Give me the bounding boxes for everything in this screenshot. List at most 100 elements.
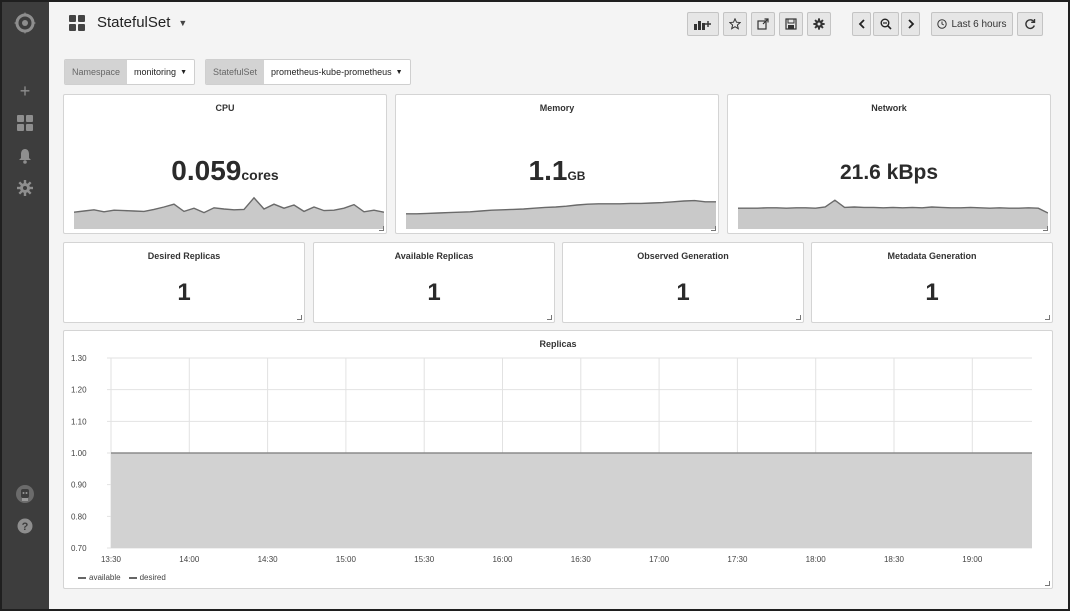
y-tick-label: 0.90 bbox=[71, 481, 87, 490]
zoom-out-button[interactable] bbox=[873, 12, 899, 36]
resize-handle[interactable] bbox=[711, 226, 716, 231]
chevron-down-icon: ▼ bbox=[180, 68, 187, 76]
resize-handle[interactable] bbox=[1045, 315, 1050, 320]
sparkline-area bbox=[738, 200, 1048, 229]
panel-title: Network bbox=[871, 103, 907, 113]
share-button[interactable] bbox=[751, 12, 775, 36]
metadata-generation-panel[interactable]: Metadata Generation 1 bbox=[811, 242, 1053, 323]
x-tick-label: 14:30 bbox=[258, 555, 279, 564]
stat-number: 1.1 bbox=[528, 155, 568, 186]
observed-generation-panel[interactable]: Observed Generation 1 bbox=[562, 242, 804, 323]
network-value: 21.6 kBps bbox=[839, 161, 939, 184]
dashboards-icon[interactable] bbox=[14, 112, 36, 134]
user-avatar-icon[interactable] bbox=[14, 483, 36, 505]
chevron-down-icon: ▼ bbox=[395, 68, 403, 76]
resize-handle[interactable] bbox=[1045, 581, 1050, 586]
x-tick-label: 16:30 bbox=[571, 555, 592, 564]
share-icon bbox=[757, 18, 769, 30]
add-panel-button[interactable] bbox=[687, 12, 719, 36]
gear-icon[interactable] bbox=[14, 177, 36, 199]
plus-icon[interactable]: + bbox=[14, 80, 36, 102]
help-icon[interactable]: ? bbox=[14, 515, 36, 537]
namespace-dropdown[interactable]: monitoring ▼ bbox=[127, 60, 194, 84]
y-tick-label: 1.30 bbox=[71, 354, 87, 363]
legend-swatch bbox=[78, 576, 86, 579]
dashboard-title: StatefulSet bbox=[97, 14, 171, 31]
stat-unit: cores bbox=[241, 167, 279, 183]
cpu-panel[interactable]: CPU 0.059cores bbox=[63, 94, 387, 234]
panel-title: Memory bbox=[539, 103, 575, 113]
sparkline-area bbox=[74, 197, 384, 229]
panel-title: Replicas bbox=[539, 339, 577, 349]
chart-legend: available desired bbox=[78, 573, 166, 582]
gear-icon bbox=[813, 18, 825, 30]
stat-number: 1 bbox=[427, 279, 441, 306]
replicas-panel[interactable]: Replicas 1.30 1.20 1.10 1.00 0.90 0.80 0.70 13:… bbox=[63, 330, 1053, 589]
panel-title: Desired Replicas bbox=[147, 251, 221, 261]
panel-title: CPU bbox=[215, 103, 235, 113]
main-area: StatefulSet ▼ Last 6 hours Namespace mon… bbox=[49, 2, 1068, 609]
variable-value: prometheus-kube-prometheus bbox=[271, 67, 392, 77]
memory-panel[interactable]: Memory 1.1GB bbox=[395, 94, 719, 234]
x-tick-label: 15:00 bbox=[336, 555, 357, 564]
time-range-label: Last 6 hours bbox=[951, 18, 1007, 30]
svg-text:?: ? bbox=[22, 521, 29, 533]
stat-number: 0.059 bbox=[171, 155, 242, 186]
memory-sparkline bbox=[406, 199, 716, 229]
save-icon bbox=[785, 18, 797, 30]
legend-label: desired bbox=[139, 573, 166, 582]
resize-handle[interactable] bbox=[547, 315, 552, 320]
x-tick-label: 14:00 bbox=[179, 555, 200, 564]
network-panel[interactable]: Network 21.6 kBps bbox=[727, 94, 1051, 234]
stat-unit: GB bbox=[567, 169, 586, 183]
topbar: StatefulSet ▼ Last 6 hours bbox=[49, 2, 1068, 46]
chevron-down-icon: ▼ bbox=[178, 17, 188, 28]
settings-button[interactable] bbox=[807, 12, 831, 36]
x-tick-label: 17:00 bbox=[649, 555, 670, 564]
legend-item[interactable]: desired bbox=[128, 573, 166, 582]
x-tick-label: 13:30 bbox=[101, 555, 122, 564]
available-replicas-panel[interactable]: Available Replicas 1 bbox=[313, 242, 555, 323]
time-back-button[interactable] bbox=[852, 12, 871, 36]
y-tick-label: 1.00 bbox=[71, 449, 87, 458]
time-range-picker[interactable]: Last 6 hours bbox=[931, 12, 1013, 36]
save-button[interactable] bbox=[779, 12, 803, 36]
stat-number: 1 bbox=[676, 279, 690, 306]
dashboard-picker[interactable]: StatefulSet ▼ bbox=[69, 14, 187, 31]
memory-value: 1.1GB bbox=[396, 155, 718, 187]
panel-title: Observed Generation bbox=[637, 251, 729, 261]
zoom-out-icon bbox=[880, 18, 892, 30]
grafana-logo[interactable] bbox=[12, 10, 38, 36]
x-tick-label: 19:00 bbox=[962, 555, 983, 564]
resize-handle[interactable] bbox=[796, 315, 801, 320]
refresh-button[interactable] bbox=[1017, 12, 1043, 36]
chevron-left-icon bbox=[858, 19, 865, 29]
resize-handle[interactable] bbox=[379, 226, 384, 231]
resize-handle[interactable] bbox=[297, 315, 302, 320]
panel-title: Available Replicas bbox=[394, 251, 474, 261]
cpu-sparkline bbox=[74, 196, 384, 229]
statefulset-dropdown[interactable]: prometheus-kube-prometheus ▼ bbox=[264, 60, 410, 84]
resize-handle[interactable] bbox=[1043, 226, 1048, 231]
add-panel-icon bbox=[694, 21, 711, 30]
series-area bbox=[111, 453, 1032, 548]
network-sparkline bbox=[738, 199, 1048, 229]
x-tick-label: 18:30 bbox=[884, 555, 905, 564]
y-tick-label: 0.80 bbox=[71, 512, 87, 521]
chevron-right-icon bbox=[907, 19, 914, 29]
time-forward-button[interactable] bbox=[901, 12, 920, 36]
x-tick-label: 15:30 bbox=[414, 555, 435, 564]
alert-bell-icon[interactable] bbox=[14, 145, 36, 167]
star-button[interactable] bbox=[723, 12, 747, 36]
stat-number: 1 bbox=[177, 279, 191, 306]
desired-replicas-panel[interactable]: Desired Replicas 1 bbox=[63, 242, 305, 323]
x-tick-label: 17:30 bbox=[727, 555, 748, 564]
replicas-graph: 1.30 1.20 1.10 1.00 0.90 0.80 0.70 13:30 14:00 14… bbox=[71, 354, 1032, 564]
legend-label: available bbox=[89, 573, 121, 582]
legend-item[interactable]: available bbox=[78, 573, 121, 582]
star-icon bbox=[729, 18, 741, 30]
y-tick-label: 1.10 bbox=[71, 417, 87, 426]
y-tick-label: 0.70 bbox=[71, 544, 87, 553]
template-variables: Namespace monitoring ▼ StatefulSet prome… bbox=[64, 59, 411, 85]
statefulset-variable: StatefulSet prometheus-kube-prometheus ▼ bbox=[205, 59, 411, 85]
